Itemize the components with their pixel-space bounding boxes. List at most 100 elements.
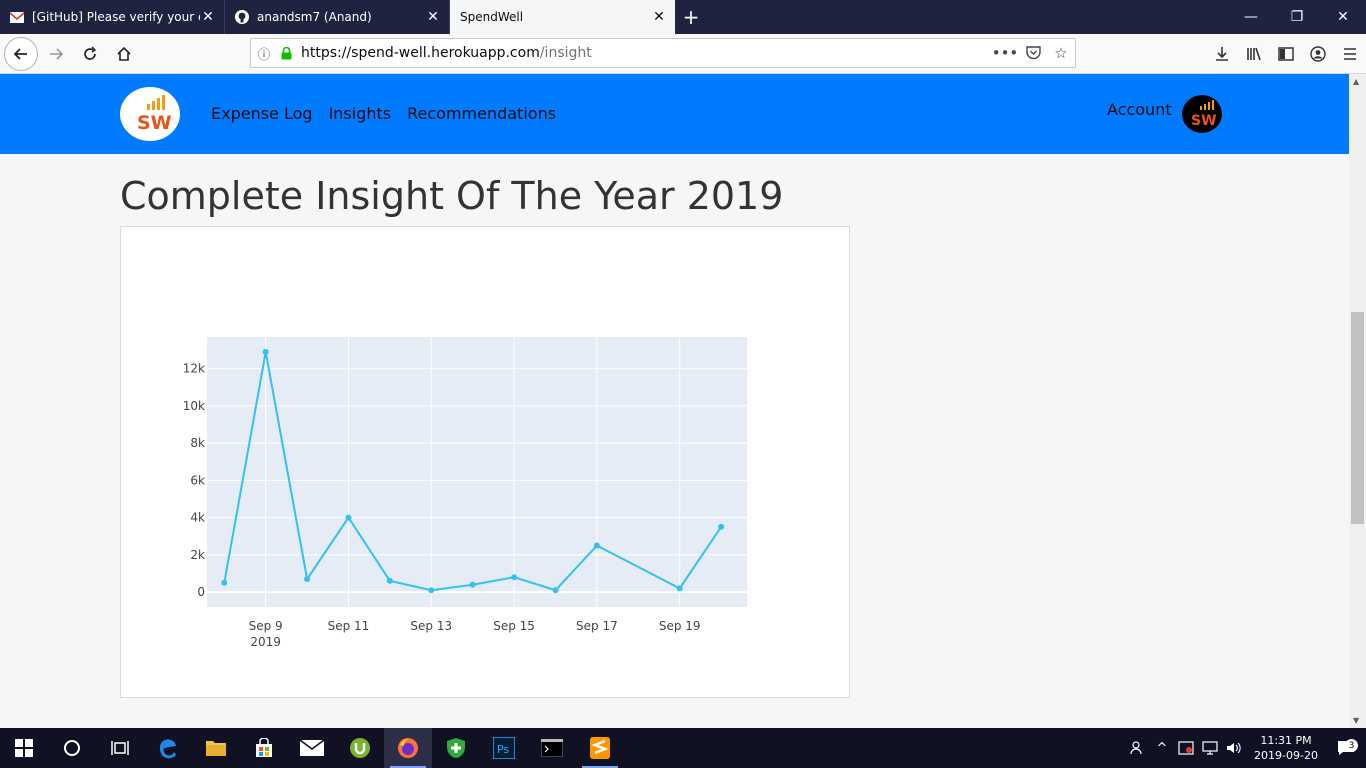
close-icon[interactable]: ✕ (200, 9, 216, 25)
data-point (428, 587, 435, 594)
minimize-icon[interactable]: — (1228, 0, 1274, 34)
spendwell-logo-icon: SW (137, 95, 172, 134)
taskbar-terminal[interactable] (528, 728, 576, 768)
close-window-icon[interactable]: ✕ (1320, 0, 1366, 34)
back-button[interactable] (4, 36, 38, 71)
scroll-down-icon[interactable]: ▼ (1353, 716, 1359, 725)
page-actions-icon[interactable]: ••• (991, 44, 1019, 62)
close-icon[interactable]: ✕ (651, 9, 667, 25)
edge-icon (159, 739, 176, 759)
tab-github-profile[interactable]: anandsm7 (Anand) ✕ (225, 0, 450, 34)
nav-expense-log[interactable]: Expense Log (211, 104, 313, 123)
shield-icon (446, 738, 466, 758)
svg-text:SW: SW (137, 112, 172, 134)
account-icon[interactable] (1302, 38, 1334, 70)
nav-insights[interactable]: Insights (329, 104, 392, 123)
data-point (345, 514, 352, 521)
tab-github-verify[interactable]: [GitHub] Please verify your em ✕ (0, 0, 225, 34)
windows-logo-icon (15, 739, 33, 757)
forward-button[interactable] (40, 38, 72, 70)
lock-icon[interactable] (277, 46, 295, 60)
browser-nav-bar: ⓘ https://spend-well.herokuapp.com/insig… (0, 34, 1366, 74)
people-icon[interactable] (1126, 740, 1150, 756)
bookmark-star-icon[interactable]: ☆ (1047, 44, 1075, 62)
taskbar-sublime[interactable] (576, 728, 624, 768)
download-icon[interactable] (1206, 38, 1238, 70)
chevron-up-icon[interactable]: ^ (1150, 741, 1174, 756)
restore-icon[interactable]: ❐ (1274, 0, 1320, 34)
y-tick-label: 10k (183, 399, 205, 413)
window-controls: — ❐ ✕ (1228, 0, 1366, 34)
data-point (593, 542, 600, 549)
data-point (718, 523, 725, 530)
account-link[interactable]: Account (1107, 100, 1172, 119)
x-tick-sublabel: 2019 (250, 635, 281, 649)
y-tick-label: 6k (190, 473, 205, 487)
search-button[interactable] (48, 728, 96, 768)
nav-recommendations[interactable]: Recommendations (407, 104, 556, 123)
page-title: Complete Insight Of The Year 2019 (120, 174, 784, 218)
data-point (386, 577, 393, 584)
gmail-icon (10, 10, 24, 24)
reload-button[interactable] (74, 38, 106, 70)
page-scrollbar[interactable]: ▲ ▼ (1349, 74, 1366, 728)
taskbar-security[interactable] (432, 728, 480, 768)
taskbar-photoshop[interactable]: Ps (480, 728, 528, 768)
sidebar-icon[interactable] (1270, 38, 1302, 70)
taskbar-file-explorer[interactable] (192, 728, 240, 768)
photoshop-icon: Ps (493, 737, 515, 759)
home-button[interactable] (108, 38, 140, 70)
action-center-button[interactable]: 3 (1326, 739, 1366, 756)
sublime-text-icon (590, 737, 610, 759)
task-view-icon (111, 741, 129, 755)
folder-icon (206, 741, 226, 756)
network-icon[interactable] (1198, 741, 1222, 755)
data-point (262, 348, 269, 355)
data-point (469, 581, 476, 588)
y-tick-label: 2k (190, 548, 205, 562)
url-text[interactable]: https://spend-well.herokuapp.com/insight (295, 45, 991, 61)
y-tick-label: 12k (183, 362, 205, 376)
brand-logo[interactable]: SW (120, 87, 180, 141)
taskbar-edge[interactable] (144, 728, 192, 768)
tab-title: SpendWell (460, 10, 524, 24)
taskbar-firefox[interactable] (384, 728, 432, 768)
url-bar[interactable]: ⓘ https://spend-well.herokuapp.com/insig… (250, 38, 1076, 68)
y-tick-label: 4k (190, 511, 205, 525)
info-icon[interactable]: ⓘ (251, 44, 277, 63)
notification-badge: 3 (1345, 739, 1358, 752)
new-tab-button[interactable]: + (675, 0, 707, 34)
mail-icon (300, 740, 324, 756)
main-nav: Expense Log Insights Recommendations (211, 104, 556, 123)
reload-icon (84, 45, 97, 60)
library-icon[interactable] (1238, 38, 1270, 70)
taskbar-clock[interactable]: 11:31 PM 2019-09-20 (1246, 733, 1326, 763)
pocket-icon[interactable] (1019, 46, 1047, 60)
scrollbar-thumb[interactable] (1351, 312, 1364, 524)
menu-icon[interactable] (1334, 38, 1366, 70)
tab-title: anandsm7 (Anand) (257, 10, 372, 24)
taskbar-store[interactable] (240, 728, 288, 768)
taskbar-utorrent[interactable] (336, 728, 384, 768)
svg-text:SW: SW (1191, 113, 1217, 129)
x-tick-label: Sep 9 (249, 619, 283, 633)
avatar[interactable]: SW (1182, 95, 1222, 133)
x-tick-label: Sep 19 (659, 619, 701, 633)
expense-line-chart: 0 2k 4k 6k 8k 10k 12k Sep 9 2019 Sep 11 Sep 13 Sep … (183, 337, 747, 649)
x-tick-label: Sep 15 (493, 619, 535, 633)
x-tick-label: Sep 11 (328, 619, 370, 633)
utorrent-icon (350, 738, 370, 758)
site-navbar: SW Expense Log Insights Recommendations … (0, 74, 1349, 154)
start-button[interactable] (0, 728, 48, 768)
data-point (221, 579, 228, 586)
cortana-icon (64, 740, 80, 756)
close-icon[interactable]: ✕ (425, 9, 441, 25)
volume-icon[interactable] (1222, 741, 1246, 755)
task-view-button[interactable] (96, 728, 144, 768)
scroll-up-icon[interactable]: ▲ (1353, 77, 1359, 86)
y-tick-label: 8k (190, 436, 205, 450)
antivirus-tray-icon[interactable] (1174, 741, 1198, 755)
svg-text:Ps: Ps (497, 743, 509, 756)
tab-spendwell[interactable]: SpendWell ✕ (450, 0, 675, 34)
taskbar-mail[interactable] (288, 728, 336, 768)
